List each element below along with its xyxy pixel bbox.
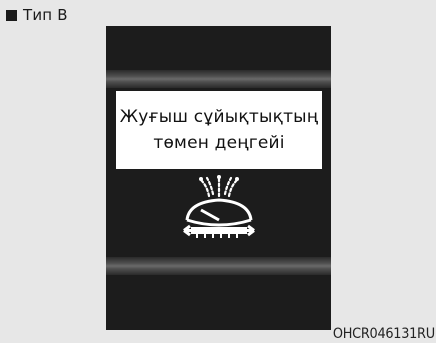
warning-message-line1: Жуғыш сұйықтықтың <box>119 107 319 127</box>
washer-fluid-icon <box>183 175 255 238</box>
type-label: Тип B <box>6 6 68 24</box>
image-code: OHCR046131RU <box>332 326 435 342</box>
cluster-display: Жуғыш сұйықтықтың төмен деңгейі <box>106 26 331 330</box>
display-top-band <box>106 70 331 88</box>
square-bullet-icon <box>6 10 17 21</box>
display-bottom-band <box>106 257 331 275</box>
warning-message-box: Жуғыш сұйықтықтың төмен деңгейі <box>116 91 322 169</box>
type-label-text: Тип B <box>23 6 68 24</box>
warning-message-line2: төмен деңгейі <box>153 133 285 153</box>
